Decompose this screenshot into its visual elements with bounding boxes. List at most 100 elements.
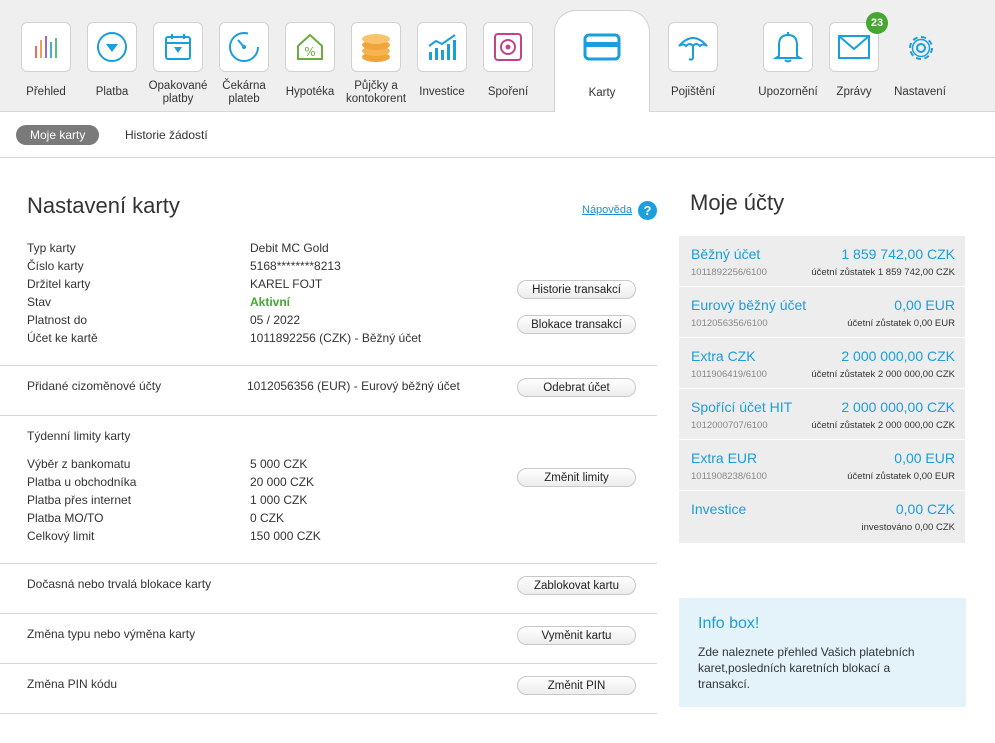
block-card-label: Dočasná nebo trvalá blokace karty	[27, 577, 212, 591]
block-card-button[interactable]: Zablokovat kartu	[517, 576, 636, 595]
nav-label: Opakované platby	[148, 80, 208, 105]
account-amount: 0,00 EUR	[894, 450, 955, 466]
remove-account-button[interactable]: Odebrat účet	[517, 378, 636, 397]
nav-label: Přehled	[26, 86, 66, 98]
safe-icon	[483, 22, 533, 72]
field-label: Platnost do	[27, 313, 88, 327]
calendar-icon	[153, 22, 203, 72]
field-label: Číslo karty	[27, 259, 84, 273]
card-type-value: Debit MC Gold	[250, 241, 329, 255]
account-number: 1012056356/6100	[691, 318, 768, 329]
nav-item-nastaveni[interactable]: Nastavení	[894, 0, 946, 110]
card-holder-value: KAREL FOJT	[250, 277, 323, 291]
card-number-value: 5168********8213	[250, 259, 341, 273]
nav-item-hypoteka[interactable]: % Hypotéka	[285, 0, 335, 110]
replace-card-button[interactable]: Vyměnit kartu	[517, 626, 636, 645]
account-amount: 1 859 742,00 CZK	[841, 246, 955, 262]
nav-item-zpravy[interactable]: 23 Zprávy	[829, 0, 888, 110]
info-box-text: Zde naleznete přehled Vašich platebních …	[698, 645, 915, 691]
page-title: Nastavení karty	[27, 193, 180, 218]
divider	[0, 563, 657, 564]
info-box: Info box! Zde naleznete přehled Vašich p…	[679, 598, 966, 707]
account-name: Extra CZK	[691, 348, 756, 364]
account-item[interactable]: Extra EUR 0,00 EUR 1011908238/6100 účetn…	[679, 440, 965, 491]
account-balance: účetní zůstatek 0,00 EUR	[847, 318, 955, 329]
nav-label: Nastavení	[894, 86, 946, 98]
coins-icon	[351, 22, 401, 72]
account-amount: 0,00 CZK	[895, 501, 955, 517]
account-amount: 0,00 EUR	[894, 297, 955, 313]
account-item[interactable]: Spořící účet HIT 2 000 000,00 CZK 101200…	[679, 389, 965, 440]
gear-icon	[903, 30, 939, 69]
svg-text:%: %	[304, 45, 315, 59]
limit-label: Platba přes internet	[27, 493, 132, 507]
limit-value: 0 CZK	[250, 511, 285, 525]
nav-label: Upozornění	[758, 86, 818, 98]
limit-value: 1 000 CZK	[250, 493, 308, 507]
divider	[0, 415, 657, 416]
help-icon[interactable]: ?	[638, 201, 657, 220]
nav-item-pujcky[interactable]: Půjčky a kontokorent	[346, 0, 406, 110]
nav-item-investice[interactable]: Investice	[417, 0, 467, 110]
transaction-history-button[interactable]: Historie transakcí	[517, 280, 636, 299]
field-label: Stav	[27, 295, 52, 309]
field-label: Účet ke kartě	[27, 331, 98, 345]
limit-label: Platba u obchodníka	[27, 475, 137, 489]
nav-label: Spoření	[487, 86, 529, 98]
account-number: 1011892256/6100	[691, 267, 767, 278]
info-box-title: Info box!	[698, 615, 760, 632]
account-balance: účetní zůstatek 1 859 742,00 CZK	[811, 267, 955, 278]
field-label: Typ karty	[27, 241, 76, 255]
change-pin-label: Změna PIN kódu	[27, 677, 118, 691]
account-item[interactable]: Extra CZK 2 000 000,00 CZK 1011906419/61…	[679, 338, 965, 389]
nav-label: Platba	[95, 86, 129, 98]
account-item[interactable]: Běžný účet 1 859 742,00 CZK 1011892256/6…	[679, 236, 965, 287]
nav-label: Karty	[588, 87, 616, 99]
account-number: 1012000707/6100	[691, 420, 768, 431]
house-percent-icon: %	[285, 22, 335, 72]
nav-item-opakovane-platby[interactable]: Opakované platby	[149, 0, 207, 110]
divider	[0, 663, 657, 664]
divider	[0, 613, 657, 614]
tab-moje-karty[interactable]: Moje karty	[16, 125, 100, 145]
main-navigation: Přehled Platba Opakované platby Čekárna …	[0, 0, 995, 112]
replace-card-label: Změna typu nebo výměna karty	[27, 627, 196, 641]
accounts-list: Běžný účet 1 859 742,00 CZK 1011892256/6…	[679, 236, 965, 543]
limits-title: Týdenní limity karty	[27, 429, 131, 443]
account-item[interactable]: Eurový běžný účet 0,00 EUR 1012056356/61…	[679, 287, 965, 338]
tab-historie-zadosti[interactable]: Historie žádostí	[125, 128, 208, 142]
account-name: Extra EUR	[691, 450, 758, 466]
nav-item-prehled[interactable]: Přehled	[21, 0, 71, 110]
change-limits-button[interactable]: Změnit limity	[517, 468, 636, 487]
nav-item-upozorneni[interactable]: Upozornění	[758, 0, 818, 110]
nav-label: Zprávy	[836, 86, 872, 98]
unread-messages-badge: 23	[866, 12, 888, 34]
account-balance: investováno 0,00 CZK	[861, 522, 955, 533]
nav-item-platba[interactable]: Platba	[87, 0, 137, 110]
account-name: Investice	[691, 501, 747, 517]
umbrella-icon	[668, 22, 718, 72]
help-link[interactable]: Nápověda	[582, 204, 632, 216]
nav-item-cekarna-plateb[interactable]: Čekárna plateb	[219, 0, 269, 110]
field-label: Držitel karty	[27, 277, 91, 291]
payment-icon	[87, 22, 137, 72]
change-pin-button[interactable]: Změnit PIN	[517, 676, 636, 695]
card-account-value: 1011892256 (CZK) - Běžný účet	[250, 331, 422, 345]
nav-item-sporeni[interactable]: Spoření	[483, 0, 533, 110]
block-transactions-button[interactable]: Blokace transakcí	[517, 315, 636, 334]
nav-label: Půjčky a kontokorent	[345, 80, 407, 105]
divider	[0, 713, 657, 714]
nav-item-karty[interactable]: Karty	[554, 10, 650, 112]
nav-item-pojisteni[interactable]: Pojištění	[668, 0, 718, 110]
card-icon	[583, 33, 621, 64]
account-name: Běžný účet	[691, 246, 761, 262]
account-item[interactable]: Investice 0,00 CZK investováno 0,00 CZK	[679, 491, 965, 542]
account-amount: 2 000 000,00 CZK	[841, 348, 955, 364]
account-number: 1011906419/6100	[691, 369, 767, 380]
gauge-icon	[219, 22, 269, 72]
nav-label: Pojištění	[670, 86, 716, 98]
limit-label: Výběr z bankomatu	[27, 457, 131, 471]
account-number: 1011908238/6100	[691, 471, 767, 482]
bar-chart-icon	[21, 22, 71, 72]
account-name: Spořící účet HIT	[691, 399, 793, 415]
